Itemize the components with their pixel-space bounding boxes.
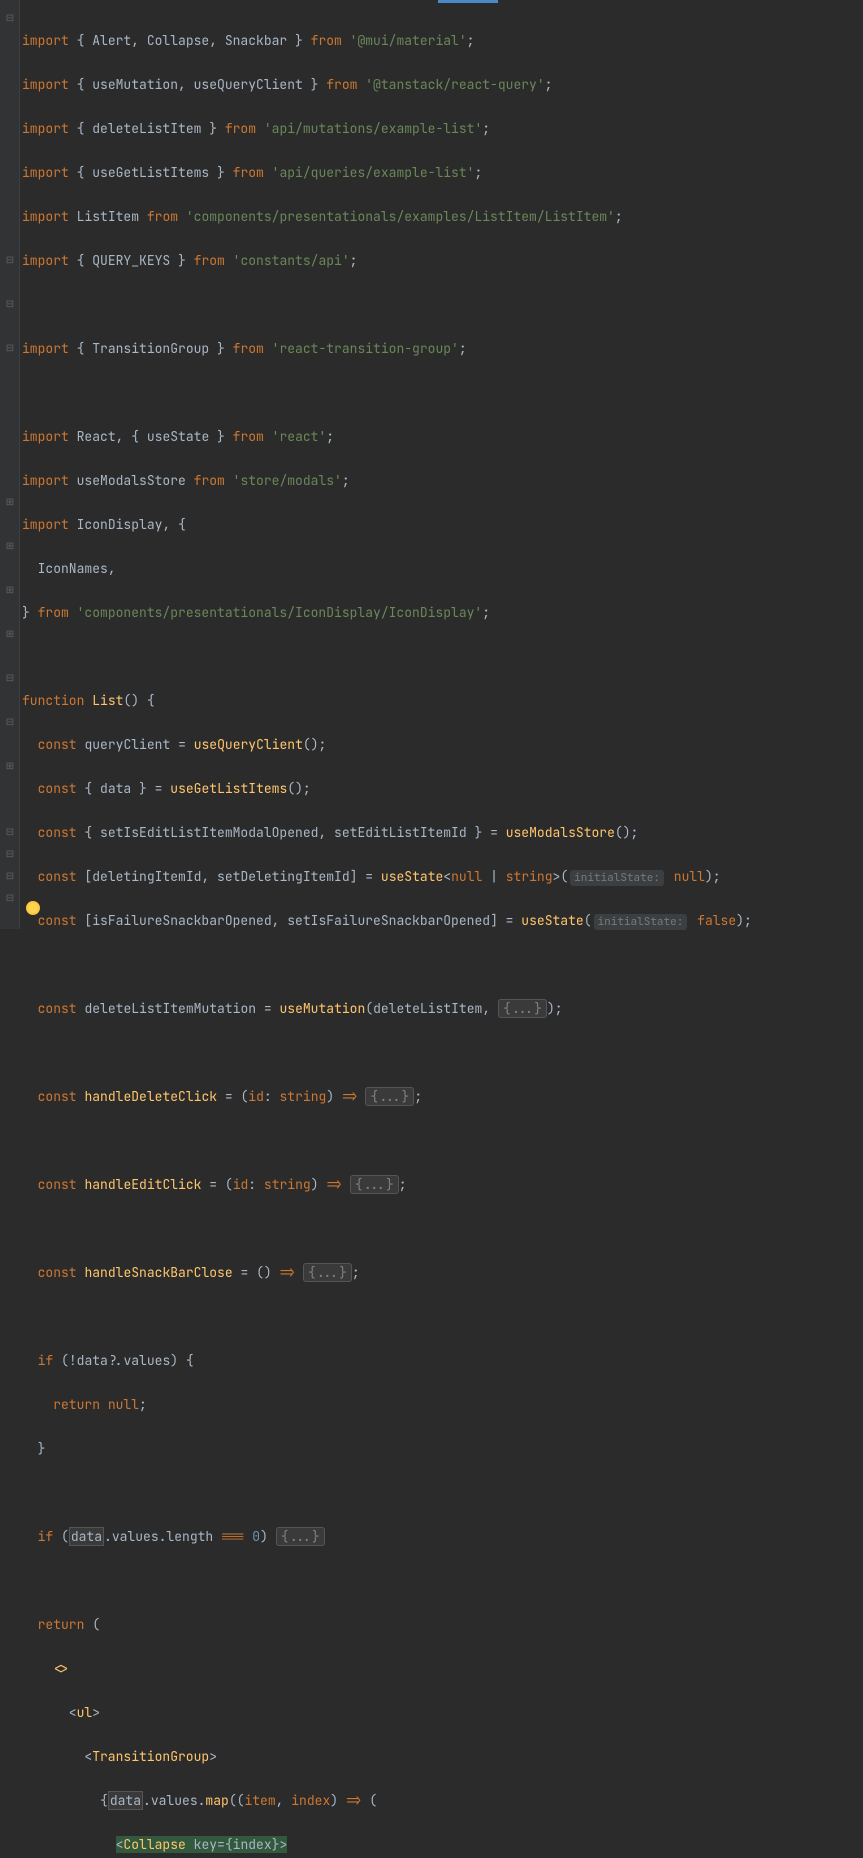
code-line[interactable]: } from 'components/presentationals/IconD… [22,602,863,624]
fold-marker[interactable]: ⊟ [4,672,16,684]
code-line[interactable]: function List() { [22,690,863,712]
active-tab-indicator [438,0,498,3]
code-line [22,954,863,976]
code-line[interactable]: <TransitionGroup> [22,1746,863,1768]
code-line[interactable]: return ( [22,1614,863,1636]
folded-code[interactable]: {...} [276,1527,325,1546]
code-line[interactable]: return null; [22,1394,863,1416]
param-hint: initialState: [594,914,688,930]
folded-code[interactable]: {...} [365,1087,414,1106]
code-line[interactable]: import { useGetListItems } from 'api/que… [22,162,863,184]
code-line[interactable]: import React, { useState } from 'react'; [22,426,863,448]
code-line[interactable]: import { TransitionGroup } from 'react-t… [22,338,863,360]
code-line [22,1130,863,1152]
fold-marker[interactable]: ⊟ [4,12,16,24]
folded-code[interactable]: {...} [498,999,547,1018]
code-line [22,1306,863,1328]
fold-marker[interactable]: ⊟ [4,848,16,860]
fold-marker[interactable]: ⊟ [4,892,16,904]
fold-marker[interactable]: ⊟ [4,342,16,354]
folded-code[interactable]: {...} [350,1175,399,1194]
code-line [22,1570,863,1592]
fold-marker[interactable]: ⊞ [4,540,16,552]
gutter[interactable]: ⊟ ⊟ ⊟ ⊟ ⊞ ⊞ ⊞ ⊞ ⊟ ⊟ ⊞ ⊟ ⊟ ⊟ ⊟ [0,0,20,929]
code-line[interactable]: const { setIsEditListItemModalOpened, se… [22,822,863,844]
code-line[interactable]: import ListItem from 'components/present… [22,206,863,228]
code-line[interactable]: import { useMutation, useQueryClient } f… [22,74,863,96]
code-line[interactable]: import useModalsStore from 'store/modals… [22,470,863,492]
code-line[interactable]: const handleDeleteClick = (id: string) =… [22,1086,863,1108]
code-area[interactable]: import { Alert, Collapse, Snackbar } fro… [20,0,863,929]
fold-marker[interactable]: ⊟ [4,716,16,728]
code-line[interactable]: <Collapse key={index}> [22,1834,863,1856]
fold-marker[interactable]: ⊟ [4,254,16,266]
code-line[interactable]: <> [22,1658,863,1680]
fold-marker[interactable]: ⊞ [4,628,16,640]
intention-bulb-icon[interactable] [26,901,40,915]
code-line [22,1218,863,1240]
fold-marker[interactable]: ⊟ [4,870,16,882]
code-line [22,1042,863,1064]
code-line[interactable]: IconNames, [22,558,863,580]
code-line[interactable]: const queryClient = useQueryClient(); [22,734,863,756]
code-line[interactable]: import { Alert, Collapse, Snackbar } fro… [22,30,863,52]
code-line[interactable]: const { data } = useGetListItems(); [22,778,863,800]
param-hint: initialState: [570,870,664,886]
code-line[interactable]: if (data.values.length === 0) {...} [22,1526,863,1548]
code-line [22,646,863,668]
code-line[interactable]: } [22,1438,863,1460]
code-line[interactable]: {data.values.map((item, index) => ( [22,1790,863,1812]
code-line[interactable]: import { deleteListItem } from 'api/muta… [22,118,863,140]
code-line [22,294,863,316]
code-line[interactable]: const deleteListItemMutation = useMutati… [22,998,863,1020]
fold-marker[interactable]: ⊞ [4,584,16,596]
code-line[interactable]: if (!data?.values) { [22,1350,863,1372]
code-line[interactable]: const handleSnackBarClose = () => {...}; [22,1262,863,1284]
fold-marker[interactable]: ⊟ [4,298,16,310]
fold-marker[interactable]: ⊞ [4,760,16,772]
fold-marker[interactable]: ⊞ [4,496,16,508]
code-line[interactable]: const [deletingItemId, setDeletingItemId… [22,866,863,888]
code-line[interactable]: import IconDisplay, { [22,514,863,536]
folded-code[interactable]: {...} [303,1263,352,1282]
code-line [22,1482,863,1504]
fold-marker[interactable]: ⊟ [4,826,16,838]
code-editor[interactable]: ⊟ ⊟ ⊟ ⊟ ⊞ ⊞ ⊞ ⊞ ⊟ ⊟ ⊞ ⊟ ⊟ ⊟ ⊟ import { A… [0,0,863,929]
code-line[interactable]: const handleEditClick = (id: string) => … [22,1174,863,1196]
code-line[interactable]: import { QUERY_KEYS } from 'constants/ap… [22,250,863,272]
code-line [22,382,863,404]
code-line[interactable]: <ul> [22,1702,863,1724]
